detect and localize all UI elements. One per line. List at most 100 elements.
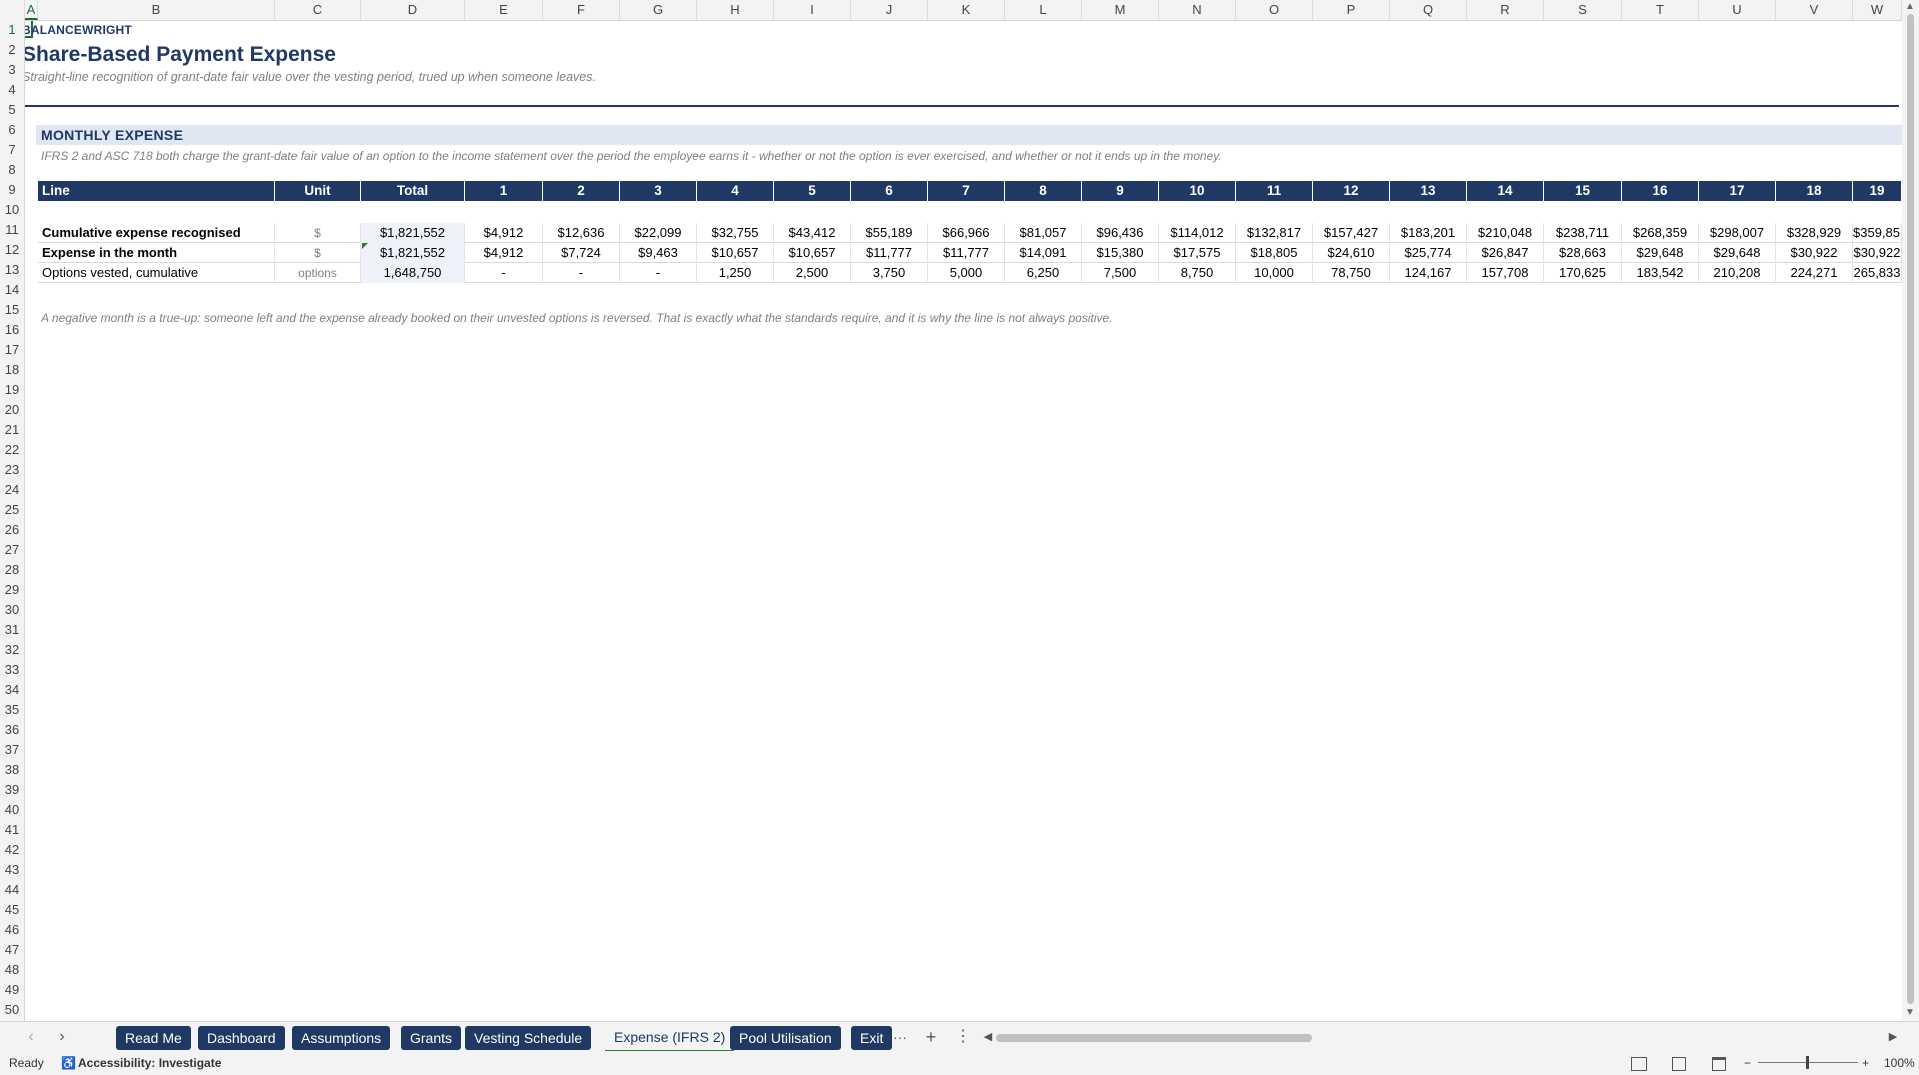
row-header-47[interactable]: 47 [0,940,24,960]
month-value-cell[interactable]: $26,847 [1467,243,1544,263]
sheet-tab-grants[interactable]: Grants [401,1026,462,1050]
chevron-left-icon[interactable]: ‹ [21,1027,41,1047]
month-value-cell[interactable]: 124,167 [1390,263,1467,283]
row-header-8[interactable]: 8 [0,160,24,180]
unit-cell[interactable]: $ [275,223,361,243]
column-header-r[interactable]: R [1467,0,1544,20]
month-value-cell[interactable]: $43,412 [774,223,851,243]
more-sheets-icon[interactable]: ··· [890,1027,910,1047]
column-header-f[interactable]: F [543,0,620,20]
row-header-38[interactable]: 38 [0,760,24,780]
month-value-cell[interactable]: $114,012 [1159,223,1236,243]
month-value-cell[interactable]: $359,851 [1853,223,1902,243]
month-value-cell[interactable]: $22,099 [620,223,697,243]
month-value-cell[interactable]: $66,966 [928,223,1005,243]
month-value-cell[interactable]: $15,380 [1082,243,1159,263]
month-value-cell[interactable]: 224,271 [1776,263,1853,283]
unit-cell[interactable]: options [275,263,361,283]
row-header-9[interactable]: 9 [0,180,24,200]
column-header-j[interactable]: J [851,0,928,20]
row-header-28[interactable]: 28 [0,560,24,580]
row-header-6[interactable]: 6 [0,120,24,140]
sheet-tab-exit[interactable]: Exit [851,1026,893,1050]
accessibility-status[interactable]: Accessibility: Investigate [78,1055,221,1071]
month-value-cell[interactable]: $132,817 [1236,223,1313,243]
row-header-7[interactable]: 7 [0,140,24,160]
column-header-v[interactable]: V [1776,0,1853,20]
row-header-33[interactable]: 33 [0,660,24,680]
column-header-k[interactable]: K [928,0,1005,20]
month-value-cell[interactable]: 157,708 [1467,263,1544,283]
row-header-3[interactable]: 3 [0,60,24,80]
row-header-13[interactable]: 13 [0,260,24,280]
row-header-12[interactable]: 12 [0,240,24,260]
vertical-scroll-thumb[interactable] [1907,14,1914,1004]
row-header-41[interactable]: 41 [0,820,24,840]
normal-view-icon[interactable] [1631,1057,1647,1071]
row-header-48[interactable]: 48 [0,960,24,980]
zoom-out-button[interactable]: − [1744,1055,1751,1071]
row-header-49[interactable]: 49 [0,980,24,1000]
month-value-cell[interactable]: 265,833 [1853,263,1902,283]
horizontal-scroll-thumb[interactable] [996,1034,1312,1042]
month-value-cell[interactable]: $183,201 [1390,223,1467,243]
month-value-cell[interactable]: 3,750 [851,263,928,283]
sheet-tab-pool-utilisation[interactable]: Pool Utilisation [730,1026,841,1050]
row-header-10[interactable]: 10 [0,200,24,220]
month-value-cell[interactable]: - [620,263,697,283]
row-header-26[interactable]: 26 [0,520,24,540]
month-value-cell[interactable]: 6,250 [1005,263,1082,283]
column-header-o[interactable]: O [1236,0,1313,20]
month-value-cell[interactable]: $30,922 [1776,243,1853,263]
month-value-cell[interactable]: $268,359 [1622,223,1699,243]
month-value-cell[interactable]: 170,625 [1544,263,1622,283]
column-header-w[interactable]: W [1853,0,1902,20]
column-header-c[interactable]: C [275,0,361,20]
row-header-35[interactable]: 35 [0,700,24,720]
column-header-d[interactable]: D [361,0,465,20]
month-value-cell[interactable]: $210,048 [1467,223,1544,243]
row-header-2[interactable]: 2 [0,40,24,60]
column-header-t[interactable]: T [1622,0,1699,20]
month-value-cell[interactable]: $17,575 [1159,243,1236,263]
month-value-cell[interactable]: $55,189 [851,223,928,243]
row-header-24[interactable]: 24 [0,480,24,500]
row-header-36[interactable]: 36 [0,720,24,740]
total-cell[interactable]: $1,821,552 [361,223,465,243]
column-header-e[interactable]: E [465,0,543,20]
column-header-m[interactable]: M [1082,0,1159,20]
month-value-cell[interactable]: $4,912 [465,223,543,243]
month-value-cell[interactable]: $10,657 [697,243,774,263]
row-header-11[interactable]: 11 [0,220,24,240]
month-value-cell[interactable]: $10,657 [774,243,851,263]
unit-cell[interactable]: $ [275,243,361,263]
chevron-right-icon[interactable]: › [52,1027,72,1047]
month-value-cell[interactable]: $4,912 [465,243,543,263]
sheet-tab-assumptions[interactable]: Assumptions [292,1026,391,1050]
row-header-18[interactable]: 18 [0,360,24,380]
sheet-tab-read-me[interactable]: Read Me [116,1026,191,1050]
tab-options-icon[interactable]: ⋮ [953,1027,973,1047]
month-value-cell[interactable]: 78,750 [1313,263,1390,283]
month-value-cell[interactable]: $7,724 [543,243,620,263]
month-value-cell[interactable]: $157,427 [1313,223,1390,243]
column-header-n[interactable]: N [1159,0,1236,20]
sheet-tab-expense-ifrs-2[interactable]: Expense (IFRS 2) [605,1026,735,1053]
row-header-21[interactable]: 21 [0,420,24,440]
month-value-cell[interactable]: $81,057 [1005,223,1082,243]
select-all-corner[interactable] [0,0,25,20]
zoom-slider-thumb[interactable] [1806,1056,1809,1069]
row-header-27[interactable]: 27 [0,540,24,560]
month-value-cell[interactable]: $238,711 [1544,223,1622,243]
scroll-right-icon[interactable]: ▶ [1883,1027,1903,1047]
month-value-cell[interactable]: 7,500 [1082,263,1159,283]
row-header-34[interactable]: 34 [0,680,24,700]
column-header-q[interactable]: Q [1390,0,1467,20]
total-cell[interactable]: 1,648,750 [361,263,465,283]
error-indicator-icon[interactable] [362,243,368,249]
row-label[interactable]: Cumulative expense recognised [38,223,275,243]
row-header-44[interactable]: 44 [0,880,24,900]
month-value-cell[interactable]: 2,500 [774,263,851,283]
page-layout-icon[interactable] [1672,1057,1686,1071]
month-value-cell[interactable]: 210,208 [1699,263,1776,283]
